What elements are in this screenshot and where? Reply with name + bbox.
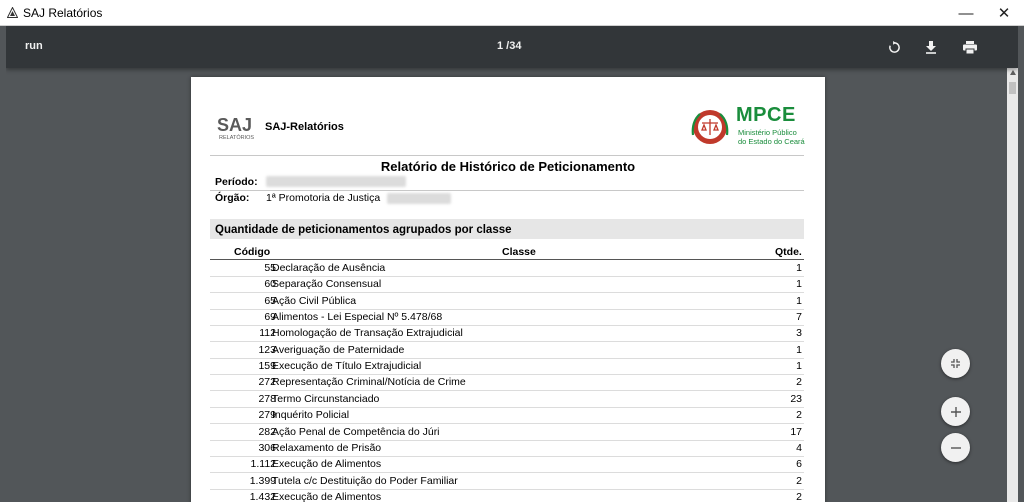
window-titlebar: SAJ Relatórios — ✕ xyxy=(0,0,1024,26)
table-row: 112 Homologação de Transação Extrajudicia… xyxy=(210,325,804,343)
organ-value-redacted xyxy=(387,193,451,204)
table-row: 306 Relaxamento de Prisão 4 xyxy=(210,440,804,457)
mpce-brand: MPCE xyxy=(736,104,796,126)
vertical-scrollbar[interactable] xyxy=(1007,68,1018,502)
page-indicator: 1 /34 xyxy=(497,40,522,52)
scroll-up-arrow-icon[interactable] xyxy=(1009,70,1016,75)
zoom-in-icon xyxy=(950,406,962,418)
app-name: SAJ-Relatórios xyxy=(265,121,344,133)
row-qty: 7 xyxy=(796,311,802,324)
saj-logo: SAJ RELATÓRIOS xyxy=(216,113,258,143)
row-class: Relaxamento de Prisão xyxy=(272,441,382,454)
minimize-button[interactable]: — xyxy=(948,0,984,26)
row-class: Alimentos - Lei Especial Nº 5.478/68 xyxy=(272,311,443,324)
table-row: 1.112 Execução de Alimentos 6 xyxy=(210,456,804,474)
row-class: Termo Circunstanciado xyxy=(272,392,380,405)
row-class: Separação Consensual xyxy=(272,278,382,291)
row-qty: 6 xyxy=(796,458,802,471)
row-class: Tutela c/c Destituição do Poder Familiar xyxy=(272,474,458,487)
table-row: 1.432 Execução de Alimentos 2 xyxy=(210,489,804,502)
table-row: 65 Ação Civil Pública 1 xyxy=(210,293,804,310)
row-class: Execução de Alimentos xyxy=(272,458,382,471)
table-row: 55 Declaração de Ausência 1 xyxy=(210,260,804,277)
column-header-code: Código xyxy=(234,246,271,258)
period-value-redacted xyxy=(266,176,406,187)
saj-logo-subtext: RELATÓRIOS xyxy=(219,134,254,141)
organ-value: 1ª Promotoria de Justiça xyxy=(266,192,381,204)
row-qty: 3 xyxy=(796,327,802,340)
row-class: Ação Civil Pública xyxy=(272,294,357,307)
window-title: SAJ Relatórios xyxy=(23,5,103,20)
table-row: 60 Separação Consensual 1 xyxy=(210,276,804,294)
row-qty: 1 xyxy=(796,343,802,356)
table-row: 279 Inquérito Policial 2 xyxy=(210,407,804,425)
print-icon xyxy=(963,40,977,54)
row-class: Declaração de Ausência xyxy=(272,262,386,274)
viewer-toolbar: run 1 /34 xyxy=(6,26,1018,68)
row-qty: 2 xyxy=(796,409,802,422)
table-row: 282 Ação Penal de Competência do Júri 17 xyxy=(210,424,804,441)
organ-label: Órgão: xyxy=(215,192,250,204)
row-class: Execução de Alimentos xyxy=(272,490,382,502)
row-qty: 2 xyxy=(796,376,802,389)
print-button[interactable] xyxy=(961,38,979,56)
row-class: Homologação de Transação Extrajudicial xyxy=(272,327,463,340)
file-title: run xyxy=(25,40,43,52)
row-qty: 1 xyxy=(796,294,802,307)
column-header-qty: Qtde. xyxy=(775,246,802,258)
table-row: 278 Termo Circunstanciado 23 xyxy=(210,391,804,408)
pdf-page: SAJ RELATÓRIOS SAJ-Relatórios MPCE Minis… xyxy=(191,77,825,502)
column-header-class: Classe xyxy=(502,246,536,258)
table-row: 272 Representação Criminal/Notícia de Cri… xyxy=(210,374,804,392)
row-qty: 4 xyxy=(796,441,802,454)
rotate-icon xyxy=(888,40,901,54)
row-qty: 23 xyxy=(790,392,802,405)
table-row: 123 Averiguação de Paternidade 1 xyxy=(210,342,804,359)
row-class: Representação Criminal/Notícia de Crime xyxy=(272,376,466,389)
row-class: Ação Penal de Competência do Júri xyxy=(272,425,440,438)
report-title: Relatório de Histórico de Peticionamento xyxy=(380,159,636,174)
app-icon xyxy=(4,5,20,21)
row-qty: 1 xyxy=(796,278,802,291)
row-qty: 1 xyxy=(796,262,802,274)
mpce-sub-line-1: Ministério Público xyxy=(738,128,797,137)
zoom-in-button[interactable] xyxy=(941,397,970,426)
table-row: 1.399 Tutela c/c Destituição do Poder Fam… xyxy=(210,473,804,490)
header-divider xyxy=(210,155,804,156)
table-row: 69 Alimentos - Lei Especial Nº 5.478/68 7 xyxy=(210,309,804,327)
download-button[interactable] xyxy=(922,38,940,56)
row-qty: 2 xyxy=(796,490,802,502)
zoom-out-button[interactable] xyxy=(941,433,970,462)
zoom-out-icon xyxy=(950,442,962,454)
scrollbar-thumb[interactable] xyxy=(1009,82,1016,94)
rotate-button[interactable] xyxy=(885,38,903,56)
download-icon xyxy=(925,40,937,54)
fit-page-button[interactable] xyxy=(941,349,970,378)
close-button[interactable]: ✕ xyxy=(986,0,1022,26)
period-divider xyxy=(210,190,804,191)
pdf-viewer: run 1 /34 SAJ RELATÓRIOS SAJ-Relatórios … xyxy=(6,26,1018,502)
mpce-sub-line-2: do Estado do Ceará xyxy=(738,137,805,146)
row-class: Inquérito Policial xyxy=(272,409,350,422)
saj-logo-text: SAJ xyxy=(217,115,252,135)
row-class: Execução de Título Extrajudicial xyxy=(272,360,422,373)
period-label: Período: xyxy=(215,176,258,188)
section-title: Quantidade de peticionamentos agrupados … xyxy=(215,224,512,236)
row-qty: 2 xyxy=(796,474,802,487)
row-qty: 17 xyxy=(790,425,802,438)
row-qty: 1 xyxy=(796,360,802,373)
table-row: 159 Execução de Título Extrajudicial 1 xyxy=(210,358,804,376)
fit-page-icon xyxy=(950,358,961,369)
row-class: Averiguação de Paternidade xyxy=(272,343,405,356)
